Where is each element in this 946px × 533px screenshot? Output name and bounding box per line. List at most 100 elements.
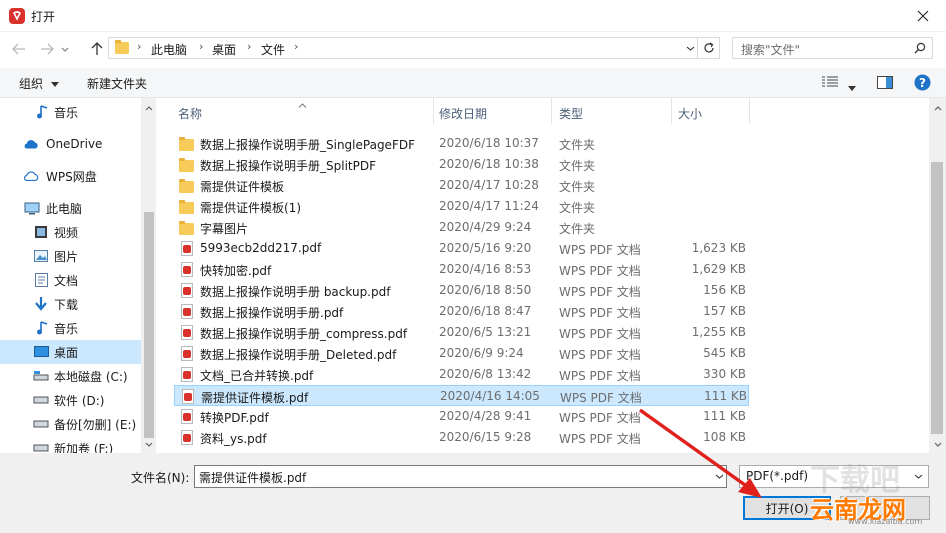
file-date: 2020/6/8 13:42	[439, 367, 532, 381]
sidebar-item-label: 文档	[54, 273, 79, 288]
sidebar-item-label: 备份[勿删] (E:)	[54, 417, 137, 432]
up-button[interactable]	[86, 38, 108, 60]
chevron-right-icon: ›	[247, 40, 252, 53]
file-row[interactable]: 数据上报操作说明手册_Deleted.pdf 2020/6/9 9:24 WPS P…	[174, 343, 749, 364]
sidebar-item-drive-f[interactable]: 新加卷 (F:)	[0, 436, 141, 453]
help-icon: ?	[914, 74, 931, 91]
column-divider[interactable]	[433, 98, 434, 124]
file-date: 2020/6/18 10:37	[439, 136, 539, 150]
sidebar-item-wps-cloud[interactable]: WPS网盘	[0, 164, 141, 188]
file-type: WPS PDF 文档	[559, 327, 641, 341]
preview-pane-button[interactable]	[877, 76, 893, 92]
column-divider[interactable]	[749, 98, 750, 124]
address-history-dropdown[interactable]	[682, 37, 698, 59]
file-row[interactable]: 数据上报操作说明手册_compress.pdf 2020/6/5 13:21 WPS…	[174, 322, 749, 343]
search-input[interactable]: 搜索"文件"	[732, 37, 933, 59]
file-row[interactable]: 字幕图片 2020/4/29 9:24 文件夹	[174, 217, 749, 238]
arrow-up-icon	[91, 42, 103, 55]
filename-value: 需提供证件模板.pdf	[199, 471, 307, 485]
filename-input[interactable]: 需提供证件模板.pdf	[194, 465, 727, 488]
sidebar-scroll-down[interactable]	[141, 436, 156, 452]
file-row[interactable]: 文档_已合并转换.pdf 2020/6/8 13:42 WPS PDF 文档 330 …	[174, 364, 749, 385]
pdf-file-icon	[180, 389, 196, 404]
file-date: 2020/6/18 10:38	[439, 157, 539, 171]
new-folder-button[interactable]: 新建文件夹	[87, 75, 147, 92]
column-header-date[interactable]: 修改日期	[439, 98, 487, 124]
sidebar-item-this-pc[interactable]: 此电脑	[0, 196, 141, 220]
column-divider[interactable]	[551, 98, 552, 124]
breadcrumb-this-pc[interactable]: 此电脑	[151, 41, 187, 58]
forward-button[interactable]	[36, 38, 58, 60]
file-row[interactable]: 数据上报操作说明手册.pdf 2020/6/18 8:47 WPS PDF 文档 15…	[174, 301, 749, 322]
pdf-file-icon	[179, 283, 195, 298]
file-row[interactable]: 快转加密.pdf 2020/4/16 8:53 WPS PDF 文档 1,629 KB	[174, 259, 749, 280]
address-bar[interactable]: › 此电脑 › 桌面 › 文件 ›	[108, 37, 698, 59]
sidebar-item-music[interactable]: 音乐	[0, 316, 141, 340]
filename-history-dropdown[interactable]	[711, 465, 727, 488]
breadcrumb-desktop[interactable]: 桌面	[212, 41, 236, 58]
watermark-url: www.xiazaiba.com	[848, 517, 923, 526]
file-row[interactable]: 数据上报操作说明手册 backup.pdf 2020/6/18 8:50 WPS P…	[174, 280, 749, 301]
sidebar-item-pictures[interactable]: 图片	[0, 244, 141, 268]
command-bar: 组织 新建文件夹 ?	[0, 68, 946, 98]
file-row[interactable]: 数据上报操作说明手册_SinglePageFDF 2020/6/18 10:37 文…	[174, 133, 749, 154]
computer-icon	[24, 200, 40, 216]
file-row[interactable]: 需提供证件模板 2020/4/17 10:28 文件夹	[174, 175, 749, 196]
file-list-scroll-down[interactable]	[930, 436, 945, 452]
file-row[interactable]: 数据上报操作说明手册_SplitPDF 2020/6/18 10:38 文件夹	[174, 154, 749, 175]
pdf-file-icon	[179, 430, 195, 445]
column-header-type[interactable]: 类型	[559, 98, 583, 124]
view-options-button[interactable]	[822, 76, 838, 91]
column-divider[interactable]	[671, 98, 672, 124]
sidebar-item-music-top[interactable]: 音乐	[0, 100, 141, 124]
file-row[interactable]: 资料_ys.pdf 2020/6/15 9:28 WPS PDF 文档 108 KB	[174, 427, 749, 448]
sidebar-item-onedrive[interactable]: OneDrive	[0, 132, 141, 156]
refresh-icon	[703, 42, 714, 53]
file-name: 数据上报操作说明手册_SinglePageFDF	[200, 138, 415, 152]
file-date: 2020/6/18 8:47	[439, 304, 532, 318]
cloud-icon	[23, 136, 39, 152]
sidebar-scrollbar-thumb[interactable]	[144, 212, 154, 438]
back-button[interactable]	[8, 38, 30, 60]
sidebar-item-downloads[interactable]: 下载	[0, 292, 141, 316]
pdf-file-icon	[179, 262, 195, 277]
sidebar-item-drive-c[interactable]: 本地磁盘 (C:)	[0, 364, 141, 388]
recent-locations-button[interactable]	[58, 38, 72, 60]
file-list-scroll-up[interactable]	[930, 100, 945, 116]
help-button[interactable]: ?	[914, 74, 931, 94]
organize-menu[interactable]: 组织	[19, 75, 59, 92]
sidebar-item-drive-d[interactable]: 软件 (D:)	[0, 388, 141, 412]
sidebar-item-label: OneDrive	[46, 137, 103, 151]
chevron-down-icon	[715, 474, 723, 479]
file-row[interactable]: 需提供证件模板.pdf 2020/4/16 14:05 WPS PDF 文档 111 …	[174, 385, 749, 406]
sidebar-item-documents[interactable]: 文档	[0, 268, 141, 292]
refresh-button[interactable]	[698, 37, 720, 59]
file-list-scrollbar-thumb[interactable]	[931, 162, 943, 434]
sidebar-item-videos[interactable]: 视频	[0, 220, 141, 244]
file-name: 5993ecb2dd217.pdf	[200, 241, 322, 255]
sidebar-item-drive-e[interactable]: 备份[勿删] (E:)	[0, 412, 141, 436]
view-dropdown-button[interactable]	[848, 80, 856, 94]
watermark: 云南龙网 www.xiazaiba.com	[810, 490, 940, 530]
close-button[interactable]	[900, 0, 946, 32]
chevron-right-icon: ›	[294, 40, 299, 53]
sidebar-scroll-up[interactable]	[141, 100, 156, 116]
file-row[interactable]: 转换PDF.pdf 2020/4/28 9:41 WPS PDF 文档 111 KB	[174, 406, 749, 427]
details-view-icon	[822, 76, 838, 87]
file-type: WPS PDF 文档	[559, 285, 641, 299]
chevron-down-icon	[145, 442, 152, 447]
sidebar-item-desktop[interactable]: 桌面	[0, 340, 141, 364]
music-note-icon	[34, 320, 50, 336]
file-date: 2020/4/29 9:24	[439, 220, 532, 234]
sidebar-item-label: WPS网盘	[46, 169, 97, 184]
file-name: 资料_ys.pdf	[200, 432, 267, 446]
file-row[interactable]: 5993ecb2dd217.pdf 2020/5/16 9:20 WPS PDF 文…	[174, 238, 749, 259]
folder-icon	[179, 178, 195, 193]
file-type: 文件夹	[559, 138, 596, 152]
column-header-name[interactable]: 名称	[178, 98, 202, 124]
file-row[interactable]: 需提供证件模板(1) 2020/4/17 11:24 文件夹	[174, 196, 749, 217]
column-header-size[interactable]: 大小	[678, 98, 702, 124]
file-type: WPS PDF 文档	[559, 369, 641, 383]
breadcrumb-files[interactable]: 文件	[261, 41, 285, 58]
picture-icon	[33, 248, 49, 264]
